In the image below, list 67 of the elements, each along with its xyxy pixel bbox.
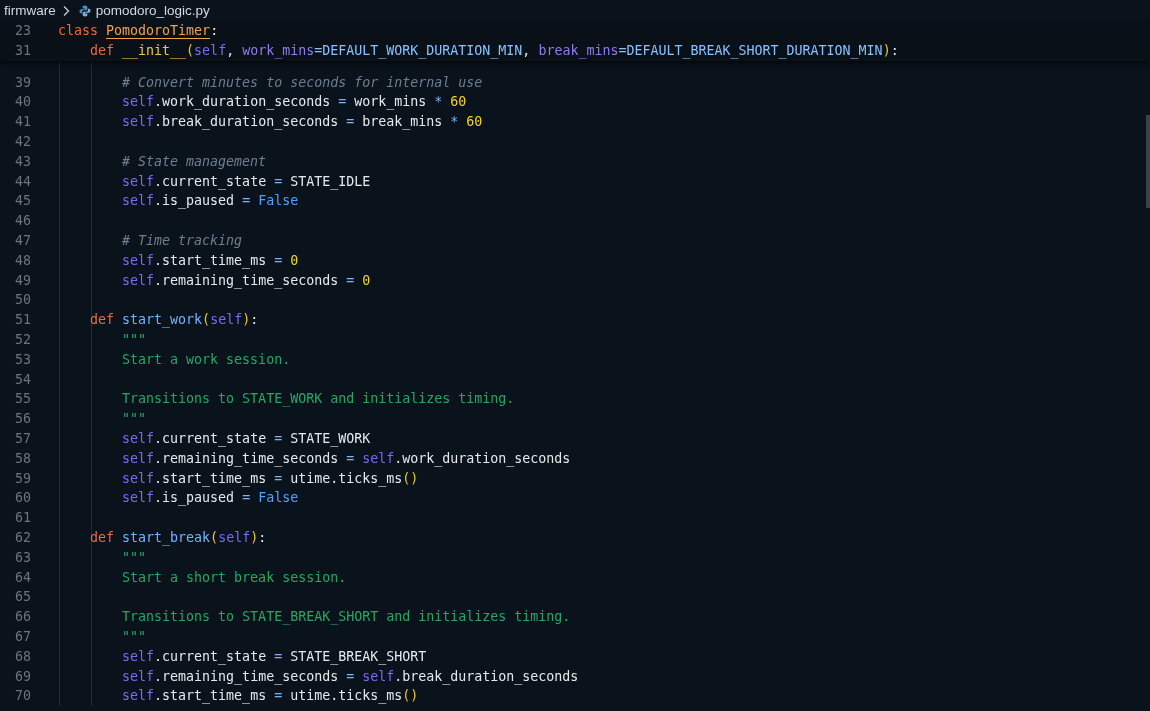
code-line: self.work_duration_seconds = work_mins * 60 xyxy=(122,93,467,112)
breadcrumb-item[interactable]: firmware xyxy=(4,3,56,18)
line-number: 55 xyxy=(14,390,31,409)
line-number: 43 xyxy=(14,152,31,171)
line-number: 61 xyxy=(14,509,31,528)
line-number: 47 xyxy=(14,231,31,250)
code-line: """ xyxy=(122,330,147,349)
code-line: self.start_time_ms = utime.ticks_ms() xyxy=(122,469,419,489)
line-number: 45 xyxy=(14,192,31,211)
line-number: 68 xyxy=(14,647,31,666)
code-line: # State management xyxy=(122,152,267,171)
code-line: self.remaining_time_seconds = self.work_duration_seconds xyxy=(122,449,571,469)
breadcrumb-item[interactable]: pomodoro_logic.py xyxy=(95,3,210,18)
code-line: class PomodoroTimer: xyxy=(58,22,219,40)
code-line: self.start_time_ms = utime.ticks_ms() xyxy=(122,687,419,706)
code-line: self.remaining_time_seconds = self.break_duration_seconds xyxy=(122,667,579,687)
code-line: self.current_state = STATE_IDLE xyxy=(122,172,371,192)
scrollbar-thumb[interactable] xyxy=(1146,115,1150,208)
code-line: """ xyxy=(122,548,147,567)
code-line: self.current_state = STATE_BREAK_SHORT xyxy=(122,647,427,667)
line-number: 39 xyxy=(14,73,31,92)
code-line: """ xyxy=(122,627,147,646)
code-line: self.is_paused = False xyxy=(122,192,299,211)
line-number: 46 xyxy=(14,212,31,231)
code-line: """ xyxy=(122,410,147,429)
line-number: 52 xyxy=(14,330,31,349)
chevron-right-icon xyxy=(61,4,70,17)
line-number: 54 xyxy=(14,370,31,389)
line-number: 66 xyxy=(14,608,31,627)
code-line: # Convert minutes to seconds for internal use xyxy=(122,73,483,92)
line-number: 51 xyxy=(14,311,31,330)
line-number: 23 xyxy=(14,22,31,40)
line-number: 64 xyxy=(14,568,31,587)
line-number: 63 xyxy=(14,548,31,567)
code-line: self.current_state = STATE_WORK xyxy=(122,429,371,449)
line-number: 70 xyxy=(14,687,31,706)
line-number: 57 xyxy=(14,429,31,448)
line-number: 50 xyxy=(14,291,31,310)
line-number: 42 xyxy=(14,133,31,151)
code-line: Start a work session. xyxy=(122,350,291,369)
code-line: self.remaining_time_seconds = 0 xyxy=(122,271,371,291)
code-line: def start_work(self): xyxy=(90,311,259,330)
code-line: self.start_time_ms = 0 xyxy=(122,251,299,271)
line-number: 48 xyxy=(14,251,31,270)
code-line: def __init__(self, work_mins=DEFAULT_WORK_DURATION_MIN, break_mins=DEFAULT_BREAK_SHORT_DURATION_MIN): xyxy=(90,41,899,61)
line-number: 59 xyxy=(14,469,31,488)
code-line: self.break_duration_seconds = break_mins * 60 xyxy=(122,113,483,132)
line-number: 31 xyxy=(14,41,31,60)
code-line: def start_break(self): xyxy=(90,528,267,548)
line-number: 53 xyxy=(14,350,31,369)
line-number: 41 xyxy=(14,113,31,132)
line-number: 60 xyxy=(14,489,31,508)
line-number: 44 xyxy=(14,172,31,191)
code-line: Transitions to STATE_BREAK_SHORT and initializes timing. xyxy=(122,608,571,627)
line-number: 58 xyxy=(14,449,31,468)
code-line: Start a short break session. xyxy=(122,568,347,587)
line-number: 40 xyxy=(14,93,31,112)
code-line: # Time tracking xyxy=(122,231,243,250)
line-number: 65 xyxy=(14,588,31,607)
line-number: 62 xyxy=(14,528,31,547)
line-number: 69 xyxy=(14,667,31,686)
line-number: 49 xyxy=(14,271,31,290)
code-line: self.is_paused = False xyxy=(122,489,299,508)
code-line: Transitions to STATE_WORK and initializes timing. xyxy=(122,390,515,409)
file-type-icon xyxy=(78,4,91,17)
line-number: 67 xyxy=(14,627,31,646)
line-number: 56 xyxy=(14,410,31,429)
